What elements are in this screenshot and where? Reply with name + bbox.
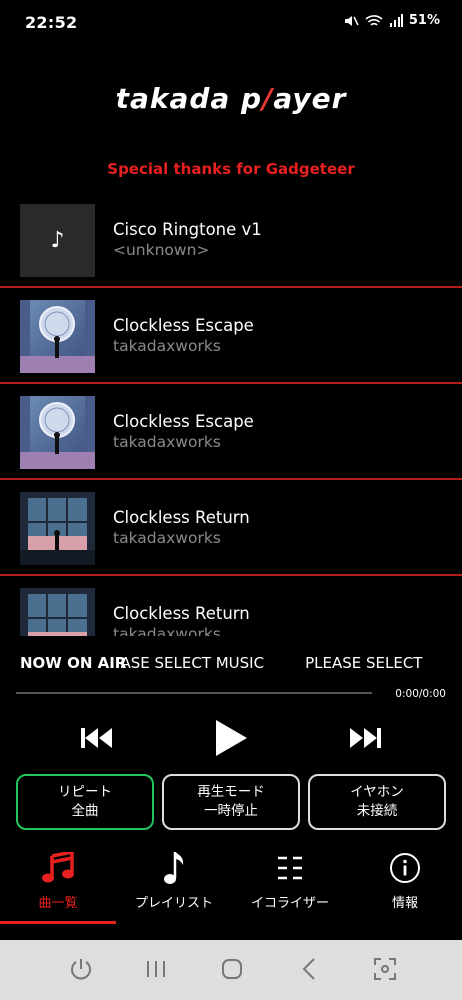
repeat-mode-button[interactable]: リピート 全曲 — [16, 774, 154, 830]
seek-bar[interactable] — [16, 692, 372, 694]
app-logo: takada p/ayer — [115, 82, 347, 115]
album-art-clock — [20, 300, 95, 373]
playback-mode-button[interactable]: 再生モード 一時停止 — [162, 774, 300, 830]
tab-playlist[interactable]: プレイリスト — [116, 848, 232, 928]
back-button[interactable] — [294, 956, 324, 986]
previous-button[interactable] — [72, 714, 122, 766]
track-artist: takadaxworks — [113, 529, 221, 547]
track-title: Clockless Escape — [113, 412, 254, 431]
transport-controls — [0, 714, 462, 766]
music-note-icon: ♪ — [20, 204, 95, 277]
recent-apps-button[interactable] — [141, 956, 171, 986]
list-item[interactable]: Clockless Escape takadaxworks — [0, 288, 462, 384]
skip-previous-icon — [80, 727, 114, 753]
tab-songs[interactable]: 曲一覧 — [0, 848, 116, 928]
home-button[interactable] — [217, 956, 247, 986]
now-playing-row: NOW ON AIR EASE SELECT MUSIC PLEASE SELEC… — [0, 650, 462, 678]
music-notes-icon — [41, 849, 75, 888]
next-button[interactable] — [340, 714, 390, 766]
tab-equalizer-label: イコライザー — [250, 896, 329, 911]
track-artist: takadaxworks — [113, 433, 221, 451]
track-artist: takadaxworks — [113, 625, 221, 636]
album-art-window — [20, 588, 95, 636]
tab-info-label: 情報 — [391, 896, 418, 911]
recent-apps-icon — [145, 959, 167, 983]
active-tab-indicator — [0, 921, 116, 924]
play-button[interactable] — [205, 714, 257, 766]
battery-level: 51% — [408, 13, 440, 28]
now-on-air-label: NOW ON AIR — [20, 654, 127, 672]
skip-next-icon — [348, 727, 382, 753]
signal-icon — [389, 14, 403, 27]
time-label: 0:00/0:00 — [395, 688, 446, 700]
album-art-window — [20, 492, 95, 565]
home-icon — [220, 957, 244, 985]
earphone-status-button[interactable]: イヤホン 未接続 — [308, 774, 446, 830]
now-playing-marquee: EASE SELECT MUSIC PLEASE SELECT — [121, 654, 423, 672]
track-list[interactable]: ♪ Cisco Ringtone v1 <unknown> Clockless … — [0, 192, 462, 636]
list-item[interactable]: ♪ Cisco Ringtone v1 <unknown> — [0, 192, 462, 288]
mute-icon — [343, 14, 359, 28]
power-icon — [69, 957, 93, 985]
system-nav-bar — [0, 940, 462, 1000]
tab-songs-label: 曲一覧 — [38, 896, 78, 911]
track-title: Clockless Return — [113, 508, 250, 527]
status-bar: 22:52 51% — [0, 0, 462, 46]
play-icon — [214, 719, 248, 761]
track-artist: takadaxworks — [113, 337, 221, 355]
power-button[interactable] — [66, 956, 96, 986]
back-icon — [299, 957, 319, 985]
track-title: Clockless Escape — [113, 316, 254, 335]
track-artist: <unknown> — [113, 241, 210, 259]
tab-equalizer[interactable]: イコライザー — [232, 848, 348, 928]
status-time: 22:52 — [25, 13, 78, 32]
list-item[interactable]: Clockless Return takadaxworks — [0, 480, 462, 576]
screenshot-button[interactable] — [370, 956, 400, 986]
track-title: Cisco Ringtone v1 — [113, 220, 262, 239]
tab-info[interactable]: 情報 — [348, 848, 462, 928]
list-item[interactable]: Clockless Return takadaxworks — [0, 576, 462, 636]
wifi-icon — [365, 14, 383, 28]
screenshot-icon — [373, 957, 397, 985]
album-art-clock — [20, 396, 95, 469]
tab-playlist-label: プレイリスト — [134, 896, 213, 911]
bottom-nav: 曲一覧 プレイリスト イコライザー 情報 — [0, 848, 462, 928]
music-note-icon — [162, 850, 186, 890]
equalizer-icon — [276, 855, 304, 885]
status-icons: 51% — [343, 13, 440, 28]
thanks-text: Special thanks for Gadgeteer — [107, 160, 355, 178]
info-icon — [389, 852, 421, 888]
track-title: Clockless Return — [113, 604, 250, 623]
list-item[interactable]: Clockless Escape takadaxworks — [0, 384, 462, 480]
